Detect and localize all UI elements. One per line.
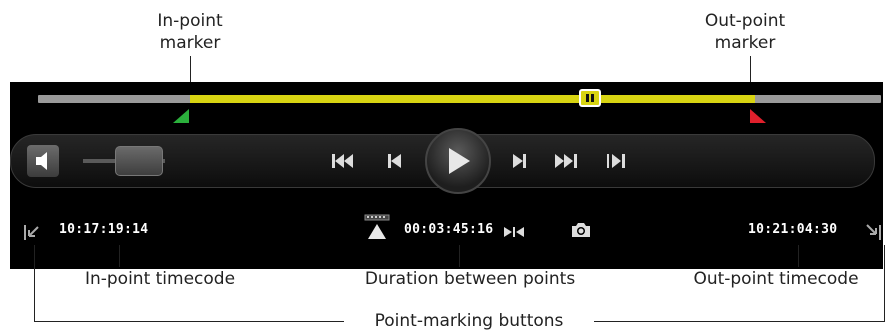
out-marker-callout: Out-point marker [690,10,800,54]
timeline-scrubber[interactable] [38,89,881,107]
skip-to-start-icon [332,154,353,168]
in-timecode-callout: In-point timecode [84,269,236,289]
marker-stack [362,213,392,241]
point-marking-buttons-callout: Point-marking buttons [344,310,594,332]
snapshot-button[interactable] [570,221,592,239]
duration-callout: Duration between points [364,269,576,289]
out-timecode-callout: Out-point timecode [693,269,859,289]
set-out-point-button[interactable] [864,222,884,242]
set-in-point-icon [24,225,39,240]
speaker-icon [36,152,47,170]
in-point-timecode: 10:17:19:14 [59,222,149,237]
out-point-timecode: 10:21:04:30 [748,222,838,237]
pmb-right-rule [594,321,885,322]
out-marker-callout-line1: Out-point [704,11,786,31]
step-forward-icon [513,154,526,168]
out-timecode-leader [798,245,799,267]
jump-to-out-button[interactable] [603,147,629,175]
go-to-in-button[interactable] [503,224,525,238]
pmb-left-rule [34,321,344,322]
out-point-marker[interactable] [750,109,766,123]
pmb-left-leader [34,245,35,321]
in-out-range [189,95,755,103]
set-out-point-icon [866,224,881,240]
play-button[interactable] [425,128,491,194]
in-timecode-leader [119,245,120,267]
snapshot-icon [572,223,590,237]
media-player: 10:17:19:14 00:03:45:16 10:21:04:30 [10,82,883,269]
volume-slider[interactable] [83,146,165,176]
duration-leader [459,245,460,267]
marker-stack-icon [364,214,390,239]
in-marker-callout-line2: marker [159,33,221,53]
set-in-point-button[interactable] [22,222,42,242]
mute-button[interactable] [27,145,59,177]
control-bar [10,128,875,194]
skip-to-end-icon [555,154,577,168]
skip-to-start-button[interactable] [329,147,357,175]
in-marker-callout-line1: In-point [157,11,223,31]
step-forward-button[interactable] [507,147,531,175]
out-marker-callout-line2: marker [714,33,776,53]
step-back-icon [388,154,401,168]
volume-knob[interactable] [114,146,163,176]
jump-to-out-icon [607,154,625,168]
in-marker-callout: In-point marker [140,10,240,54]
playhead-handle[interactable] [579,89,602,107]
duration-timecode: 00:03:45:16 [404,222,494,237]
in-point-marker[interactable] [173,109,189,123]
pmb-right-leader [884,245,885,321]
skip-to-end-button[interactable] [551,147,581,175]
play-icon [449,148,470,174]
step-back-button[interactable] [383,147,407,175]
go-to-in-icon [504,227,524,237]
